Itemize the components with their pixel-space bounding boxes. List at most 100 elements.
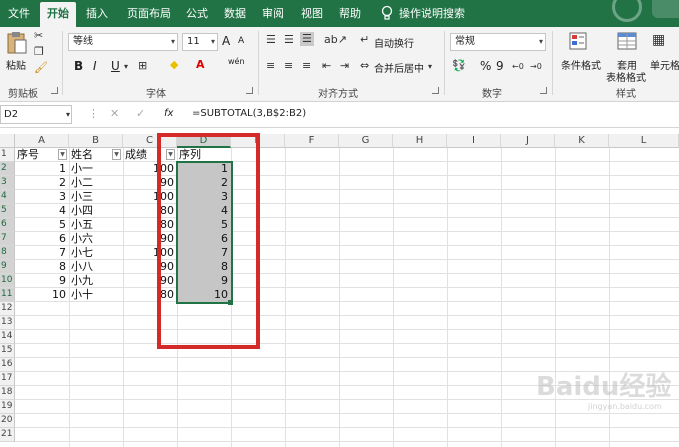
paste-button[interactable]: 粘贴 bbox=[6, 57, 26, 72]
paste-icon[interactable] bbox=[6, 31, 28, 55]
row-header[interactable]: 12 bbox=[0, 302, 15, 316]
table-cell-a[interactable]: 4 bbox=[15, 204, 69, 218]
column-header-h[interactable]: H bbox=[393, 134, 447, 148]
enter-icon[interactable]: ✓ bbox=[136, 107, 145, 121]
copy-icon[interactable]: ❐ bbox=[34, 45, 44, 59]
align-center-icon[interactable]: ≡ bbox=[284, 59, 293, 73]
row-header[interactable]: 20 bbox=[0, 414, 15, 428]
column-header-l[interactable]: L bbox=[609, 134, 679, 148]
underline-button[interactable]: U bbox=[111, 59, 120, 73]
table-cell-b[interactable]: 小一 bbox=[71, 162, 123, 176]
table-cell-b[interactable]: 小四 bbox=[71, 204, 123, 218]
row-header[interactable]: 6 bbox=[0, 218, 15, 232]
cell-styles-icon[interactable]: ▦ bbox=[652, 33, 665, 47]
grow-font-button[interactable]: A bbox=[222, 34, 230, 48]
bold-button[interactable]: B bbox=[74, 59, 83, 73]
comma-style-button[interactable]: 9 bbox=[496, 59, 504, 73]
tab-help[interactable]: 帮助 bbox=[333, 2, 367, 27]
decrease-decimal-icon[interactable]: →0 bbox=[530, 60, 542, 74]
row-header[interactable]: 11 bbox=[0, 288, 15, 302]
row-header[interactable]: 21 bbox=[0, 428, 15, 442]
orientation-icon[interactable]: ab↗ bbox=[324, 33, 347, 47]
tab-page-layout[interactable]: 页面布局 bbox=[120, 2, 178, 27]
table-cell-b[interactable]: 小九 bbox=[71, 274, 123, 288]
number-format-select[interactable]: 常规 ▾ bbox=[450, 33, 546, 51]
row-header[interactable]: 5 bbox=[0, 204, 15, 218]
table-cell-b[interactable]: 小二 bbox=[71, 176, 123, 190]
table-cell-a[interactable]: 3 bbox=[15, 190, 69, 204]
table-cell-a[interactable]: 10 bbox=[15, 288, 69, 302]
borders-icon[interactable]: ⊞ bbox=[138, 59, 147, 73]
accounting-format-icon[interactable]: 💱 bbox=[452, 59, 466, 73]
font-launcher-icon[interactable] bbox=[246, 87, 253, 94]
tab-data[interactable]: 数据 bbox=[218, 2, 252, 27]
align-bottom-icon[interactable]: ☰ bbox=[300, 32, 314, 46]
column-header-j[interactable]: J bbox=[501, 134, 555, 148]
row-header[interactable]: 4 bbox=[0, 190, 15, 204]
align-left-icon[interactable]: ≡ bbox=[266, 59, 275, 73]
select-all-corner[interactable] bbox=[0, 134, 15, 148]
row-header[interactable]: 2 bbox=[0, 162, 15, 176]
row-header[interactable]: 17 bbox=[0, 372, 15, 386]
worksheet-grid[interactable]: A B C D E F G H I J K L 1 2 3 4 5 6 7 8 9 10 11 12 1… bbox=[0, 128, 679, 447]
tab-formulas[interactable]: 公式 bbox=[180, 2, 214, 27]
table-cell-b[interactable]: 小六 bbox=[71, 232, 123, 246]
row-header[interactable]: 9 bbox=[0, 260, 15, 274]
row-header[interactable]: 15 bbox=[0, 344, 15, 358]
align-top-icon[interactable]: ☰ bbox=[266, 33, 276, 47]
row-header[interactable]: 3 bbox=[0, 176, 15, 190]
column-header-i[interactable]: I bbox=[447, 134, 501, 148]
table-cell-a[interactable]: 6 bbox=[15, 232, 69, 246]
font-size-select[interactable]: 11 ▾ bbox=[182, 33, 218, 51]
chevron-down-icon[interactable]: ▾ bbox=[428, 60, 432, 74]
merge-center-button[interactable]: 合并后居中 bbox=[374, 60, 424, 75]
tell-me-search[interactable]: 操作说明搜索 bbox=[399, 2, 483, 27]
ribbon-options-icon[interactable] bbox=[652, 0, 679, 18]
row-header[interactable]: 7 bbox=[0, 232, 15, 246]
table-cell-b[interactable]: 小三 bbox=[71, 190, 123, 204]
conditional-format-icon[interactable] bbox=[568, 31, 590, 53]
tab-home[interactable]: 开始 bbox=[40, 2, 76, 27]
column-header-g[interactable]: G bbox=[339, 134, 393, 148]
cut-icon[interactable]: ✂ bbox=[34, 29, 43, 43]
chevron-down-icon[interactable]: ▾ bbox=[124, 60, 128, 74]
chevron-down-icon[interactable]: ▾ bbox=[66, 108, 70, 122]
row-header[interactable]: 18 bbox=[0, 386, 15, 400]
table-cell-b[interactable]: 小五 bbox=[71, 218, 123, 232]
row-header[interactable]: 16 bbox=[0, 358, 15, 372]
tab-file[interactable]: 文件 bbox=[2, 2, 36, 27]
table-cell-b[interactable]: 小十 bbox=[71, 288, 123, 302]
format-as-table-button-line2[interactable]: 表格格式 bbox=[606, 69, 646, 84]
wrap-text-button[interactable]: 自动换行 bbox=[374, 35, 414, 50]
align-right-icon[interactable]: ≡ bbox=[302, 59, 311, 73]
table-cell-b[interactable]: 小八 bbox=[71, 260, 123, 274]
column-header-b[interactable]: B bbox=[69, 134, 123, 148]
row-header[interactable]: 14 bbox=[0, 330, 15, 344]
font-name-select[interactable]: 等线 ▾ bbox=[68, 33, 178, 51]
phonetic-button[interactable]: wén bbox=[228, 57, 245, 66]
insert-function-button[interactable]: fx bbox=[164, 108, 173, 119]
shrink-font-button[interactable]: A bbox=[238, 36, 244, 46]
column-header-a[interactable]: A bbox=[15, 134, 69, 148]
fill-color-icon[interactable]: ◆ bbox=[170, 58, 178, 72]
table-cell-a[interactable]: 8 bbox=[15, 260, 69, 274]
table-cell-b[interactable]: 小七 bbox=[71, 246, 123, 260]
filter-dropdown-icon[interactable]: ▼ bbox=[112, 149, 121, 160]
conditional-format-button[interactable]: 条件格式 bbox=[561, 57, 601, 72]
increase-indent-icon[interactable]: ⇥ bbox=[340, 59, 349, 73]
table-cell-a[interactable]: 9 bbox=[15, 274, 69, 288]
table-cell-a[interactable]: 7 bbox=[15, 246, 69, 260]
row-header[interactable]: 1 bbox=[0, 148, 15, 162]
cancel-icon[interactable]: ✕ bbox=[110, 107, 119, 121]
clipboard-launcher-icon[interactable] bbox=[51, 87, 58, 94]
increase-decimal-icon[interactable]: ←0 bbox=[512, 60, 524, 74]
name-box[interactable]: D2 bbox=[0, 105, 72, 124]
row-header[interactable]: 13 bbox=[0, 316, 15, 330]
format-painter-icon[interactable]: 🖌 bbox=[34, 61, 48, 75]
format-as-table-icon[interactable] bbox=[616, 31, 638, 53]
percent-button[interactable]: % bbox=[480, 59, 491, 73]
row-header[interactable]: 8 bbox=[0, 246, 15, 260]
row-header[interactable]: 19 bbox=[0, 400, 15, 414]
table-cell-a[interactable]: 1 bbox=[15, 162, 69, 176]
tab-insert[interactable]: 插入 bbox=[80, 2, 114, 27]
